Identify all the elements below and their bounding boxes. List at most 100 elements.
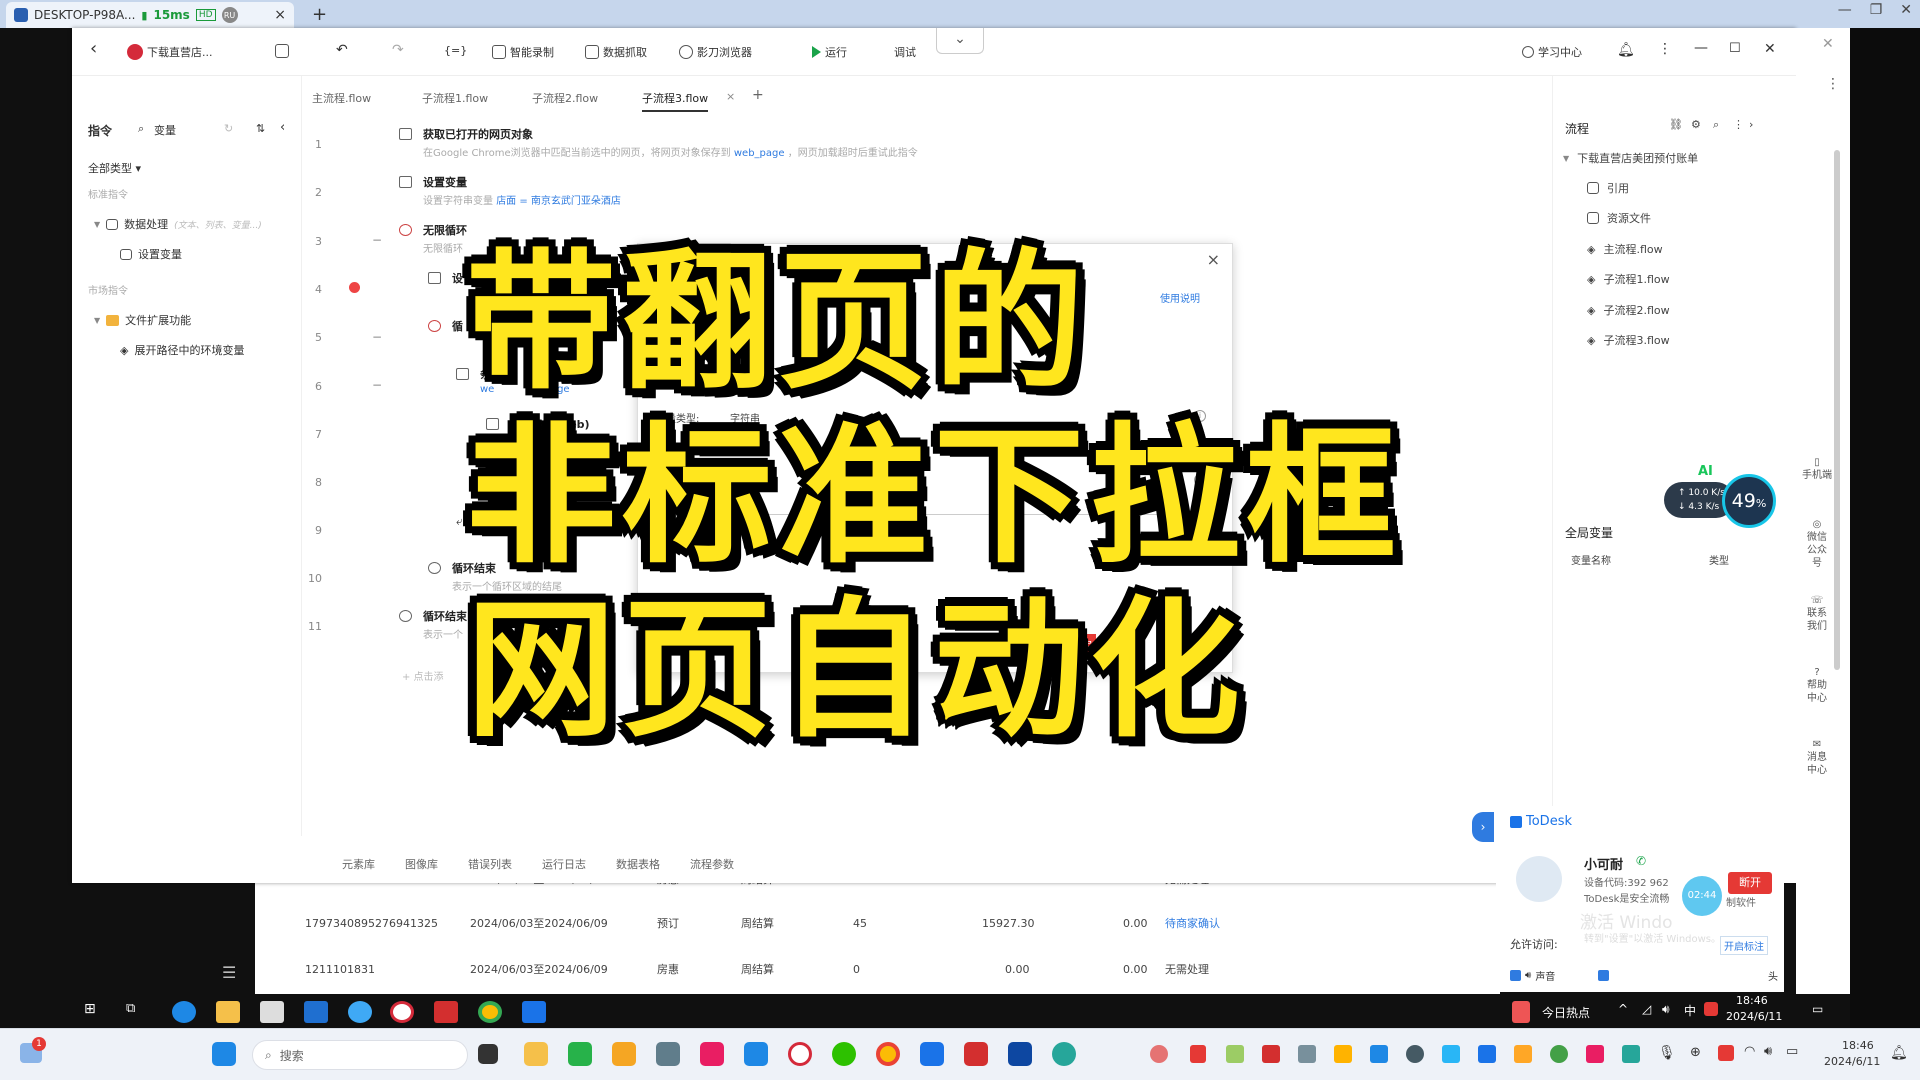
back-button[interactable]: ‹: [90, 38, 97, 59]
close-icon[interactable]: ✕: [1900, 2, 1912, 18]
step-set-variable[interactable]: 设置变量 设置字符串变量 店面 = 南京玄武门亚朵酒店: [399, 174, 621, 207]
collapse-toolbar-button[interactable]: ⌄: [936, 28, 984, 54]
volume-icon[interactable]: 🔊︎: [1662, 1002, 1670, 1017]
tab-close-icon[interactable]: ×: [274, 7, 286, 23]
format-icon[interactable]: {=}: [444, 44, 467, 57]
network-speed-widget[interactable]: AI ↑ 10.0 K/s ↓ 4.3 K/s 49%: [1664, 464, 1778, 530]
tab-main-flow[interactable]: 主流程.flow: [312, 86, 371, 110]
app-icon[interactable]: [744, 1042, 768, 1066]
settings-icon[interactable]: ⚙: [1691, 118, 1701, 131]
tray-icon[interactable]: [1262, 1045, 1280, 1063]
new-tab-button[interactable]: +: [312, 4, 327, 25]
chrome-icon[interactable]: [478, 1001, 502, 1023]
step-loop[interactable]: 循: [428, 318, 463, 334]
tray-icon[interactable]: [1226, 1045, 1244, 1063]
hot-news-label[interactable]: 今日热点: [1542, 1004, 1590, 1021]
app-name-button[interactable]: 下载直营店...: [127, 44, 213, 60]
tab-flow-params[interactable]: 流程参数: [690, 856, 734, 872]
task-view-icon[interactable]: [478, 1044, 498, 1064]
tab-error-list[interactable]: 错误列表: [468, 856, 512, 872]
wechat-icon[interactable]: [832, 1042, 856, 1066]
tray-icon[interactable]: [1622, 1045, 1640, 1063]
calculator-icon[interactable]: [656, 1042, 680, 1066]
browser-button[interactable]: 影刀浏览器: [679, 44, 752, 60]
debug-button[interactable]: 调试: [894, 44, 916, 60]
store-icon[interactable]: [260, 1001, 284, 1023]
hd-badge[interactable]: HD: [195, 9, 216, 21]
expand-todesk-button[interactable]: ›: [1472, 812, 1494, 842]
flow-item-sub3[interactable]: ◈ 子流程3.flow: [1587, 332, 1670, 348]
network-icon[interactable]: ◿: [1642, 1002, 1651, 1016]
side-tool-message[interactable]: ✉ 消息中心: [1802, 738, 1832, 777]
volume-icon[interactable]: 🔊︎: [1764, 1044, 1772, 1059]
annotate-button[interactable]: 开启标注: [1720, 936, 1768, 955]
tab-subflow-2[interactable]: 子流程2.flow: [532, 86, 598, 110]
tree-item-file-extension[interactable]: ▼ 文件扩展功能: [94, 312, 191, 328]
app-icon[interactable]: [1052, 1042, 1076, 1066]
all-types-dropdown[interactable]: 全部类型 ▾: [88, 160, 141, 176]
tab-variables[interactable]: 变量: [154, 122, 176, 138]
add-command-hint[interactable]: + 点击添: [402, 668, 444, 683]
app-icon[interactable]: [348, 1001, 372, 1023]
edge-icon[interactable]: [172, 1001, 196, 1023]
notification-icon[interactable]: ▭: [1812, 1002, 1823, 1016]
todesk-icon[interactable]: [920, 1042, 944, 1066]
windows-icon[interactable]: ⊞: [84, 1001, 108, 1023]
step-set[interactable]: 设: [428, 270, 463, 286]
file-explorer-icon[interactable]: [524, 1042, 548, 1066]
call-icon[interactable]: ✆: [1636, 854, 1646, 868]
redo-icon[interactable]: ↷: [392, 42, 404, 58]
disconnect-button[interactable]: 断开: [1728, 872, 1772, 894]
search-icon[interactable]: ⌕: [138, 122, 144, 136]
windows-start-icon[interactable]: [212, 1042, 236, 1066]
side-tool-wechat[interactable]: ◎ 微信公众号: [1802, 518, 1832, 570]
ime-icon[interactable]: ⊕: [1690, 1045, 1701, 1060]
flow-item-sub1[interactable]: ◈ 子流程1.flow: [1587, 271, 1670, 287]
tray-icon[interactable]: [1586, 1045, 1604, 1063]
app-icon[interactable]: [568, 1042, 592, 1066]
tab-subflow-3[interactable]: 子流程3.flow: [642, 86, 709, 112]
step-infinite-loop[interactable]: 无限循环 无限循环: [399, 222, 467, 255]
file-explorer-icon[interactable]: [216, 1001, 240, 1023]
side-tool-help[interactable]: ? 帮助中心: [1802, 666, 1832, 705]
fold-icon[interactable]: −: [372, 378, 382, 392]
tab-image-library[interactable]: 图像库: [405, 856, 438, 872]
tab-subflow-1[interactable]: 子流程1.flow: [422, 86, 488, 110]
tray-icon[interactable]: [1190, 1045, 1206, 1063]
task-view-icon[interactable]: ⧉: [126, 1001, 150, 1023]
breakpoint-icon[interactable]: [349, 282, 360, 293]
tray-icon[interactable]: [1442, 1045, 1460, 1063]
tray-icon[interactable]: [1298, 1045, 1316, 1063]
cell-status[interactable]: 待商家确认: [1165, 915, 1220, 931]
chrome-icon[interactable]: [876, 1042, 900, 1066]
collapse-right-icon[interactable]: ›: [1749, 118, 1753, 131]
flow-item-resources[interactable]: 资源文件: [1587, 210, 1651, 226]
wps-icon[interactable]: [964, 1042, 988, 1066]
tray-icon[interactable]: [1550, 1045, 1568, 1063]
link-icon[interactable]: ⛓: [1669, 118, 1683, 131]
flow-item-sub2[interactable]: ◈ 子流程2.flow: [1587, 302, 1670, 318]
search-icon[interactable]: ⌕: [1713, 118, 1719, 132]
tab-close-icon[interactable]: ×: [726, 86, 735, 107]
sound-toggle[interactable]: 🔊︎ 声音: [1510, 968, 1555, 983]
flow-item-main[interactable]: ◈ 主流程.flow: [1587, 241, 1663, 257]
side-tool-mobile[interactable]: ▯ 手机端: [1802, 456, 1832, 482]
tree-item-data-processing[interactable]: ▼ 数据处理 (文本、列表、变量...): [94, 216, 262, 232]
tray-icon[interactable]: [1478, 1045, 1496, 1063]
step-loop-end-outer[interactable]: 循环结束 表示一个: [399, 608, 467, 641]
tree-item-env-variable[interactable]: ◈ 展开路径中的环境变量: [120, 342, 244, 358]
undo-icon[interactable]: ↶: [336, 42, 348, 58]
maximize-icon[interactable]: ☐: [1729, 41, 1741, 56]
scrollbar[interactable]: [1834, 150, 1840, 670]
run-button[interactable]: 运行: [812, 44, 847, 60]
smart-record-button[interactable]: 智能录制: [492, 44, 554, 60]
chevron-up-icon[interactable]: ^: [1618, 1002, 1628, 1016]
yingdao-icon[interactable]: [788, 1042, 812, 1066]
sogou-icon[interactable]: [1704, 1002, 1718, 1016]
tray-icon[interactable]: [1150, 1045, 1168, 1063]
side-tool-contact[interactable]: ☏ 联系我们: [1802, 594, 1832, 633]
more-icon[interactable]: ⋮: [1658, 41, 1672, 57]
mail-icon[interactable]: [304, 1001, 328, 1023]
app-icon[interactable]: [612, 1042, 636, 1066]
tab-commands[interactable]: 指令: [88, 122, 112, 139]
